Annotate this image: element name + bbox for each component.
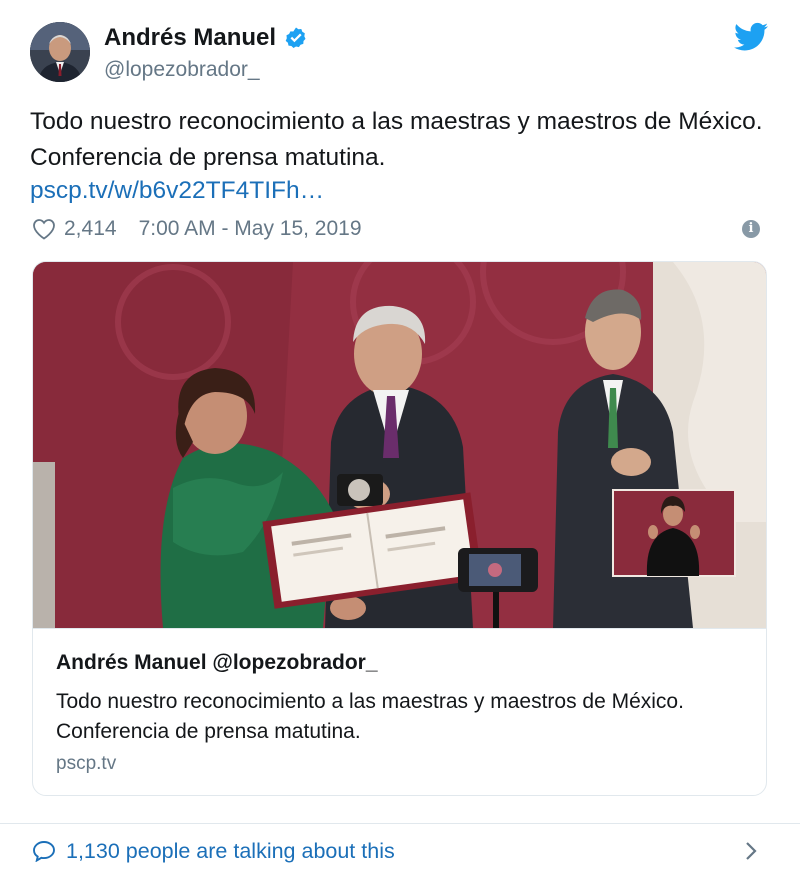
author-avatar[interactable] [30,22,90,82]
link-preview-card[interactable]: Andrés Manuel @lopezobrador_ Todo nuestr… [32,261,767,796]
card-body[interactable]: Andrés Manuel @lopezobrador_ Todo nuestr… [33,628,766,795]
verified-badge-icon [285,27,306,48]
conversation-link[interactable]: 1,130 people are talking about this [32,836,395,866]
card-title: Andrés Manuel @lopezobrador_ [56,651,378,674]
card-description: Todo nuestro reconocimiento a las maestr… [56,690,684,743]
twitter-bird-icon[interactable] [734,22,768,52]
author-name[interactable]: Andrés Manuel [104,24,276,52]
tweet-meta: 2,414 7:00 AM - May 15, 2019 [32,214,362,244]
author-name-row[interactable]: Andrés Manuel [104,24,308,52]
like-count[interactable]: 2,414 [64,217,117,241]
tweet-link[interactable]: pscp.tv/w/b6v22TF4TIFh… [30,176,324,206]
author-handle[interactable]: @lopezobrador_ [104,58,260,82]
embedded-tweet: Andrés Manuel @lopezobrador_ Todo nuestr… [0,0,800,870]
card-domain: pscp.tv [56,753,117,774]
tweet-text: Todo nuestro reconocimiento a las maestr… [30,108,763,171]
info-icon[interactable]: i [742,220,760,238]
card-thumbnail-image[interactable] [33,262,766,628]
speech-bubble-icon [33,841,55,862]
tweet-timestamp[interactable]: 7:00 AM - May 15, 2019 [139,217,362,241]
chevron-right-icon[interactable] [744,840,758,862]
conversation-count[interactable]: 1,130 people are talking about this [66,839,395,864]
heart-icon[interactable] [32,218,56,240]
footer-divider [0,823,800,824]
